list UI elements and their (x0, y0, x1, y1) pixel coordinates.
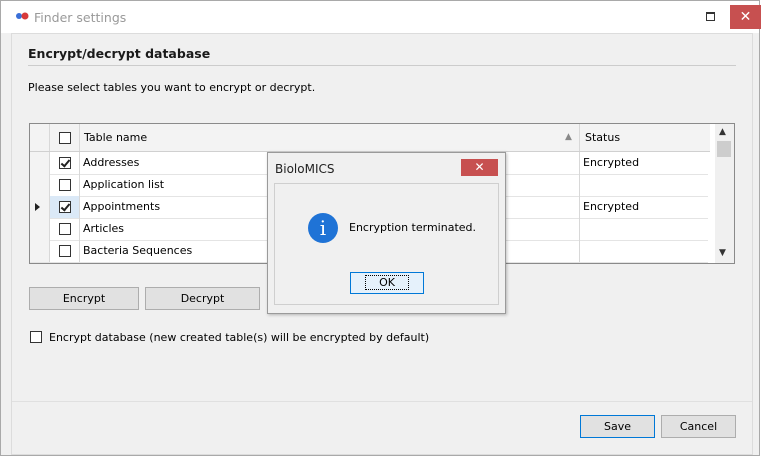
section-title: Encrypt/decrypt database (28, 46, 211, 61)
row-select-cell (50, 196, 80, 218)
app-logo-icon (16, 12, 29, 20)
dialog-ok-label: OK (365, 275, 409, 290)
encrypt-database-checkbox[interactable] (30, 331, 42, 343)
save-button[interactable]: Save (580, 415, 655, 438)
row-indicator (30, 174, 50, 196)
status-header: Status (585, 131, 621, 144)
select-all-checkbox[interactable] (59, 132, 71, 144)
row-name: Articles (83, 222, 125, 235)
encrypt-button[interactable]: Encrypt (29, 287, 139, 310)
row-status: Encrypted (583, 156, 640, 169)
message-dialog: BioloMICS ✕ i Encryption terminated. OK (267, 152, 506, 314)
row-status-cell[interactable] (580, 218, 708, 240)
row-indicator (30, 218, 50, 240)
decrypt-button[interactable]: Decrypt (145, 287, 260, 310)
dialog-title: BioloMICS (275, 162, 335, 176)
row-indicator (30, 240, 50, 262)
instructions-text: Please select tables you want to encrypt… (28, 81, 316, 94)
row-status-cell[interactable]: Encrypted (580, 196, 708, 218)
footer-divider (12, 401, 752, 402)
row-checkbox[interactable] (59, 245, 71, 257)
row-select-cell (50, 152, 80, 174)
row-name: Bacteria Sequences (83, 244, 193, 257)
row-status-cell[interactable] (580, 240, 708, 262)
dialog-ok-button[interactable]: OK (350, 272, 424, 294)
row-indicator (30, 196, 50, 218)
header-select-cell (50, 124, 80, 151)
sort-ascending-icon: ▲ (565, 132, 572, 142)
header-indicator-cell (30, 124, 50, 151)
dialog-close-button[interactable]: ✕ (461, 159, 498, 176)
header-status[interactable]: Status (580, 124, 708, 151)
finder-settings-window: Finder settings ✕ Encrypt/decrypt databa… (0, 0, 761, 456)
title-bar[interactable]: Finder settings ✕ (1, 1, 761, 33)
grid-vertical-scrollbar[interactable]: ▲ ▼ (715, 124, 734, 263)
window-title: Finder settings (34, 10, 127, 25)
maximize-button[interactable] (701, 7, 721, 27)
row-checkbox[interactable] (59, 179, 71, 191)
row-select-cell (50, 218, 80, 240)
row-status: Encrypted (583, 200, 640, 213)
row-status-cell[interactable] (580, 174, 708, 196)
dialog-message: Encryption terminated. (349, 221, 477, 234)
cancel-button[interactable]: Cancel (661, 415, 736, 438)
scroll-thumb[interactable] (717, 141, 731, 157)
row-name: Addresses (83, 156, 140, 169)
current-row-arrow-icon (35, 203, 40, 211)
row-checkbox[interactable] (59, 223, 71, 235)
scroll-up-icon[interactable]: ▲ (719, 127, 726, 137)
row-name: Appointments (83, 200, 161, 213)
row-indicator (30, 152, 50, 174)
info-icon: i (308, 213, 338, 243)
row-checkbox[interactable] (59, 157, 71, 169)
scroll-down-icon[interactable]: ▼ (719, 248, 726, 258)
row-checkbox[interactable] (59, 201, 71, 213)
encrypt-database-label: Encrypt database (new created table(s) w… (49, 331, 430, 344)
row-select-cell (50, 240, 80, 262)
table-name-header: Table name (84, 131, 148, 144)
grid-header: Table name ▲ Status (30, 124, 710, 152)
window-close-button[interactable]: ✕ (730, 5, 761, 29)
row-select-cell (50, 174, 80, 196)
row-name: Application list (83, 178, 165, 191)
header-table-name[interactable]: Table name ▲ (80, 124, 580, 151)
row-status-cell[interactable]: Encrypted (580, 152, 708, 174)
section-divider (28, 65, 736, 66)
